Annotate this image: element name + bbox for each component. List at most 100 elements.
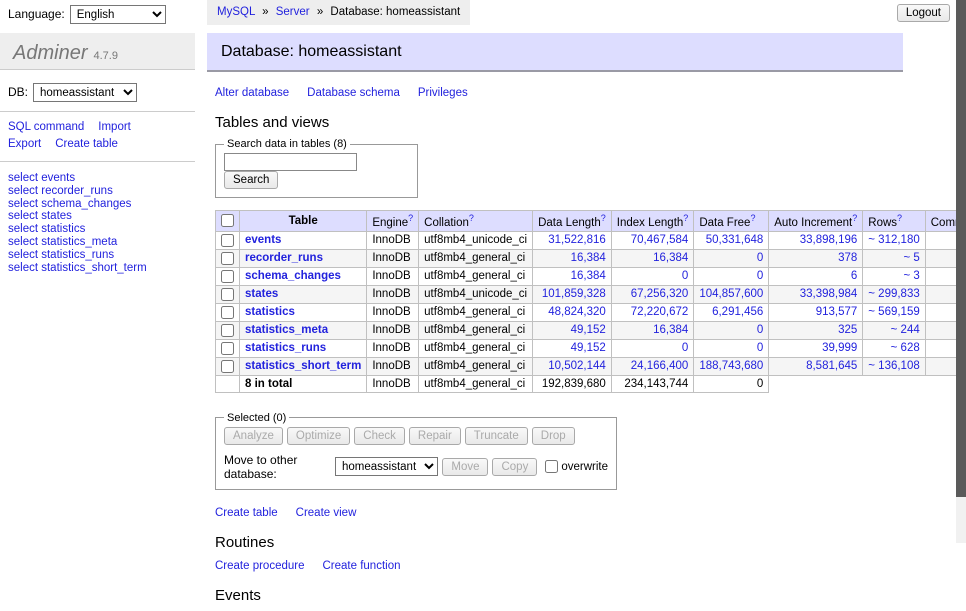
help-link[interactable]: ?	[408, 213, 413, 223]
routine-link[interactable]: Create function	[323, 560, 401, 572]
data-length-link[interactable]: 49,152	[571, 324, 606, 336]
copy-button[interactable]: Copy	[492, 458, 537, 476]
row-checkbox[interactable]	[221, 342, 234, 355]
breadcrumb-link-mysql[interactable]: MySQL	[217, 6, 255, 18]
row-checkbox[interactable]	[221, 234, 234, 247]
index-length-link[interactable]: 67,256,320	[631, 288, 689, 300]
rows-link[interactable]: ~ 299,833	[868, 288, 919, 300]
auto-increment-link[interactable]: 378	[838, 252, 857, 264]
auto-increment-link[interactable]: 33,398,984	[800, 288, 858, 300]
sidebar-action-link[interactable]: Export	[8, 137, 41, 151]
data-length-link[interactable]: 31,522,816	[548, 234, 606, 246]
sidebar-select-link[interactable]: select events	[8, 172, 187, 185]
table-name-link[interactable]: schema_changes	[245, 270, 341, 282]
table-name-link[interactable]: statistics_runs	[245, 342, 326, 354]
data-free-link[interactable]: 0	[757, 324, 763, 336]
analyze-button[interactable]: Analyze	[224, 427, 283, 445]
index-length-link[interactable]: 72,220,672	[631, 306, 689, 318]
scrollbar[interactable]	[956, 0, 966, 543]
index-length-link[interactable]: 16,384	[653, 252, 688, 264]
sidebar-action-link[interactable]: Create table	[55, 137, 118, 151]
rows-link[interactable]: ~ 136,108	[868, 360, 919, 372]
sidebar-select-link[interactable]: select schema_changes	[8, 198, 187, 211]
sidebar-action-link[interactable]: Import	[98, 120, 131, 134]
auto-increment-link[interactable]: 39,999	[822, 342, 857, 354]
index-length-link[interactable]: 0	[682, 342, 688, 354]
app-version[interactable]: 4.7.9	[93, 50, 117, 62]
auto-increment-link[interactable]: 6	[851, 270, 857, 282]
sidebar-select-link[interactable]: select statistics_meta	[8, 236, 187, 249]
table-name-link[interactable]: events	[245, 234, 281, 246]
data-free-link[interactable]: 104,857,600	[699, 288, 763, 300]
rows-link[interactable]: ~ 244	[891, 324, 920, 336]
scrollbar-thumb[interactable]	[956, 0, 966, 497]
table-name-link[interactable]: recorder_runs	[245, 252, 323, 264]
auto-increment-link[interactable]: 8,581,645	[806, 360, 857, 372]
index-length-link[interactable]: 0	[682, 270, 688, 282]
row-checkbox[interactable]	[221, 306, 234, 319]
sidebar-select-link[interactable]: select statistics	[8, 223, 187, 236]
table-name-link[interactable]: statistics	[245, 306, 295, 318]
rows-link[interactable]: ~ 628	[891, 342, 920, 354]
sidebar-select-link[interactable]: select statistics_short_term	[8, 262, 187, 275]
row-checkbox[interactable]	[221, 324, 234, 337]
routine-link[interactable]: Create procedure	[215, 560, 305, 572]
truncate-button[interactable]: Truncate	[465, 427, 528, 445]
data-length-link[interactable]: 10,502,144	[548, 360, 606, 372]
data-free-link[interactable]: 0	[757, 342, 763, 354]
data-free-link[interactable]: 50,331,648	[706, 234, 764, 246]
index-length-link[interactable]: 16,384	[653, 324, 688, 336]
help-link[interactable]: ?	[469, 213, 474, 223]
logout-button[interactable]: Logout	[897, 4, 950, 22]
sidebar-action-link[interactable]: SQL command	[8, 120, 84, 134]
sidebar-select-link[interactable]: select states	[8, 210, 187, 223]
data-free-link[interactable]: 0	[757, 252, 763, 264]
overwrite-checkbox[interactable]	[545, 460, 558, 473]
database-link[interactable]: Privileges	[418, 87, 468, 99]
rows-link[interactable]: ~ 3	[903, 270, 919, 282]
rows-link[interactable]: ~ 569,159	[868, 306, 919, 318]
create-link[interactable]: Create view	[296, 507, 357, 519]
app-logo[interactable]: Adminer	[13, 42, 87, 65]
index-length-link[interactable]: 70,467,584	[631, 234, 689, 246]
row-checkbox[interactable]	[221, 288, 234, 301]
data-length-link[interactable]: 101,859,328	[542, 288, 606, 300]
help-link[interactable]: ?	[897, 213, 902, 223]
help-link[interactable]: ?	[601, 213, 606, 223]
table-name-link[interactable]: states	[245, 288, 278, 300]
row-checkbox[interactable]	[221, 360, 234, 373]
data-length-link[interactable]: 48,824,320	[548, 306, 606, 318]
drop-button[interactable]: Drop	[532, 427, 575, 445]
data-length-link[interactable]: 16,384	[571, 252, 606, 264]
auto-increment-link[interactable]: 325	[838, 324, 857, 336]
rows-link[interactable]: ~ 5	[903, 252, 919, 264]
breadcrumb-link-server[interactable]: Server	[276, 6, 310, 18]
auto-increment-link[interactable]: 33,898,196	[800, 234, 858, 246]
database-link[interactable]: Alter database	[215, 87, 289, 99]
data-length-link[interactable]: 49,152	[571, 342, 606, 354]
data-free-link[interactable]: 6,291,456	[712, 306, 763, 318]
data-length-link[interactable]: 16,384	[571, 270, 606, 282]
optimize-button[interactable]: Optimize	[287, 427, 350, 445]
row-checkbox[interactable]	[221, 270, 234, 283]
table-name-link[interactable]: statistics_short_term	[245, 360, 361, 372]
table-name-link[interactable]: statistics_meta	[245, 324, 328, 336]
move-db-select[interactable]: homeassistant	[335, 457, 438, 476]
help-link[interactable]: ?	[750, 213, 755, 223]
index-length-link[interactable]: 24,166,400	[631, 360, 689, 372]
data-free-link[interactable]: 0	[757, 270, 763, 282]
data-free-link[interactable]: 188,743,680	[699, 360, 763, 372]
check-button[interactable]: Check	[354, 427, 405, 445]
help-link[interactable]: ?	[683, 213, 688, 223]
db-select[interactable]: homeassistant	[33, 83, 137, 102]
database-link[interactable]: Database schema	[307, 87, 400, 99]
row-checkbox[interactable]	[221, 252, 234, 265]
move-button[interactable]: Move	[442, 458, 488, 476]
repair-button[interactable]: Repair	[409, 427, 461, 445]
search-input[interactable]	[224, 153, 357, 171]
help-link[interactable]: ?	[852, 213, 857, 223]
sidebar-select-link[interactable]: select statistics_runs	[8, 249, 187, 262]
search-button[interactable]: Search	[224, 171, 278, 189]
select-all-checkbox[interactable]	[221, 214, 234, 227]
auto-increment-link[interactable]: 913,577	[816, 306, 858, 318]
